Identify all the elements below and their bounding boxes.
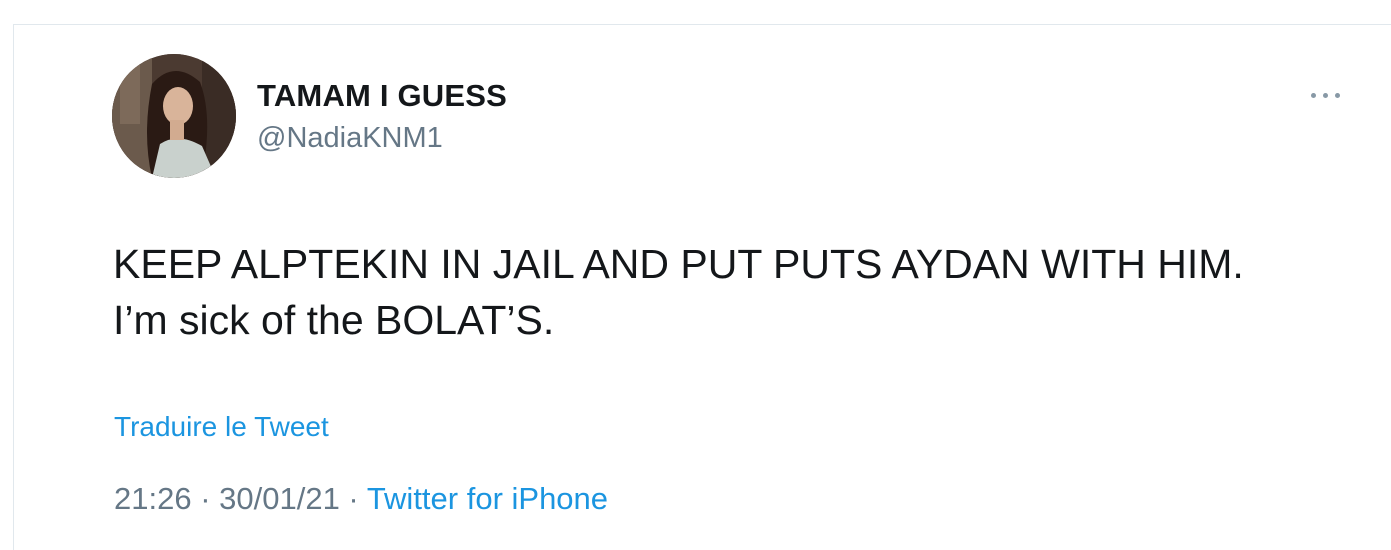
meta-separator: · — [191, 481, 220, 516]
display-name[interactable]: TAMAM I GUESS — [257, 78, 507, 114]
user-handle[interactable]: @NadiaKNM1 — [257, 122, 443, 155]
tweet-date[interactable]: 30/01/21 — [219, 481, 340, 516]
tweet-text-line: KEEP ALPTEKIN IN JAIL AND PUT PUTS AYDAN… — [113, 241, 1244, 287]
tweet-card: TAMAM I GUESS @NadiaKNM1 KEEP ALPTEKIN I… — [13, 24, 1391, 550]
tweet-text: KEEP ALPTEKIN IN JAIL AND PUT PUTS AYDAN… — [113, 236, 1363, 348]
avatar[interactable] — [112, 54, 236, 178]
translate-tweet-link[interactable]: Traduire le Tweet — [114, 411, 329, 443]
tweet-source-link[interactable]: Twitter for iPhone — [367, 481, 608, 516]
avatar-photo — [112, 54, 236, 178]
meta-separator: · — [339, 481, 367, 516]
tweet-time[interactable]: 21:26 — [114, 481, 192, 516]
tweet-text-line: I’m sick of the BOLAT’S. — [113, 297, 555, 343]
more-options-button[interactable] — [1309, 85, 1343, 105]
tweet-meta: 21:26 · 30/01/21 · Twitter for iPhone — [114, 481, 608, 517]
